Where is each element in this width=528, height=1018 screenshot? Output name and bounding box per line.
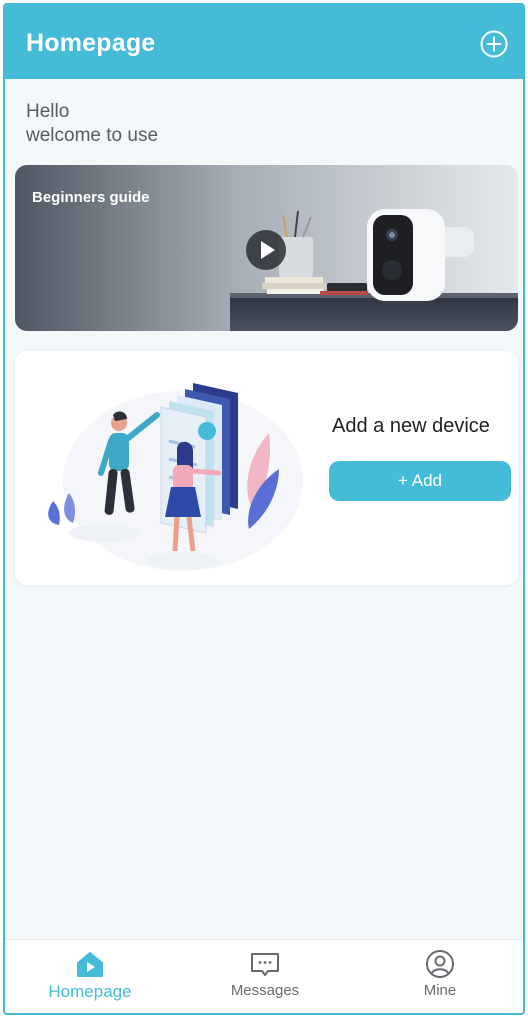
greeting-welcome: welcome to use: [26, 125, 159, 146]
tab-messages-label: Messages: [230, 982, 300, 999]
tab-homepage-label: Homepage: [48, 982, 132, 1001]
tab-homepage[interactable]: Homepage: [35, 948, 145, 1002]
play-icon[interactable]: [245, 229, 287, 271]
page-title: Homepage: [26, 29, 156, 57]
add-device-illustration: [48, 383, 303, 571]
header-bar: Homepage: [5, 5, 523, 79]
bottom-tab-bar: Homepage Messages Mine: [5, 939, 523, 1013]
add-device-title: Add a new device: [332, 415, 490, 437]
home-icon: [77, 952, 103, 977]
tab-messages[interactable]: Messages: [210, 948, 320, 999]
beginners-guide-banner[interactable]: Beginners guide: [15, 165, 518, 331]
greeting-hello: Hello: [26, 101, 70, 122]
tab-mine[interactable]: Mine: [385, 948, 495, 999]
tab-mine-label: Mine: [423, 982, 457, 999]
user-icon: [426, 950, 454, 978]
greeting: Hello welcome to use: [26, 100, 158, 148]
add-device-button[interactable]: + Add: [329, 461, 511, 501]
message-icon: [251, 953, 279, 976]
add-device-card: Add a new device + Add: [15, 351, 518, 585]
app-screen: Homepage Hello welcome to use Beginners …: [3, 3, 525, 1015]
plus-circle-icon[interactable]: [479, 29, 509, 59]
banner-title: Beginners guide: [32, 189, 150, 206]
